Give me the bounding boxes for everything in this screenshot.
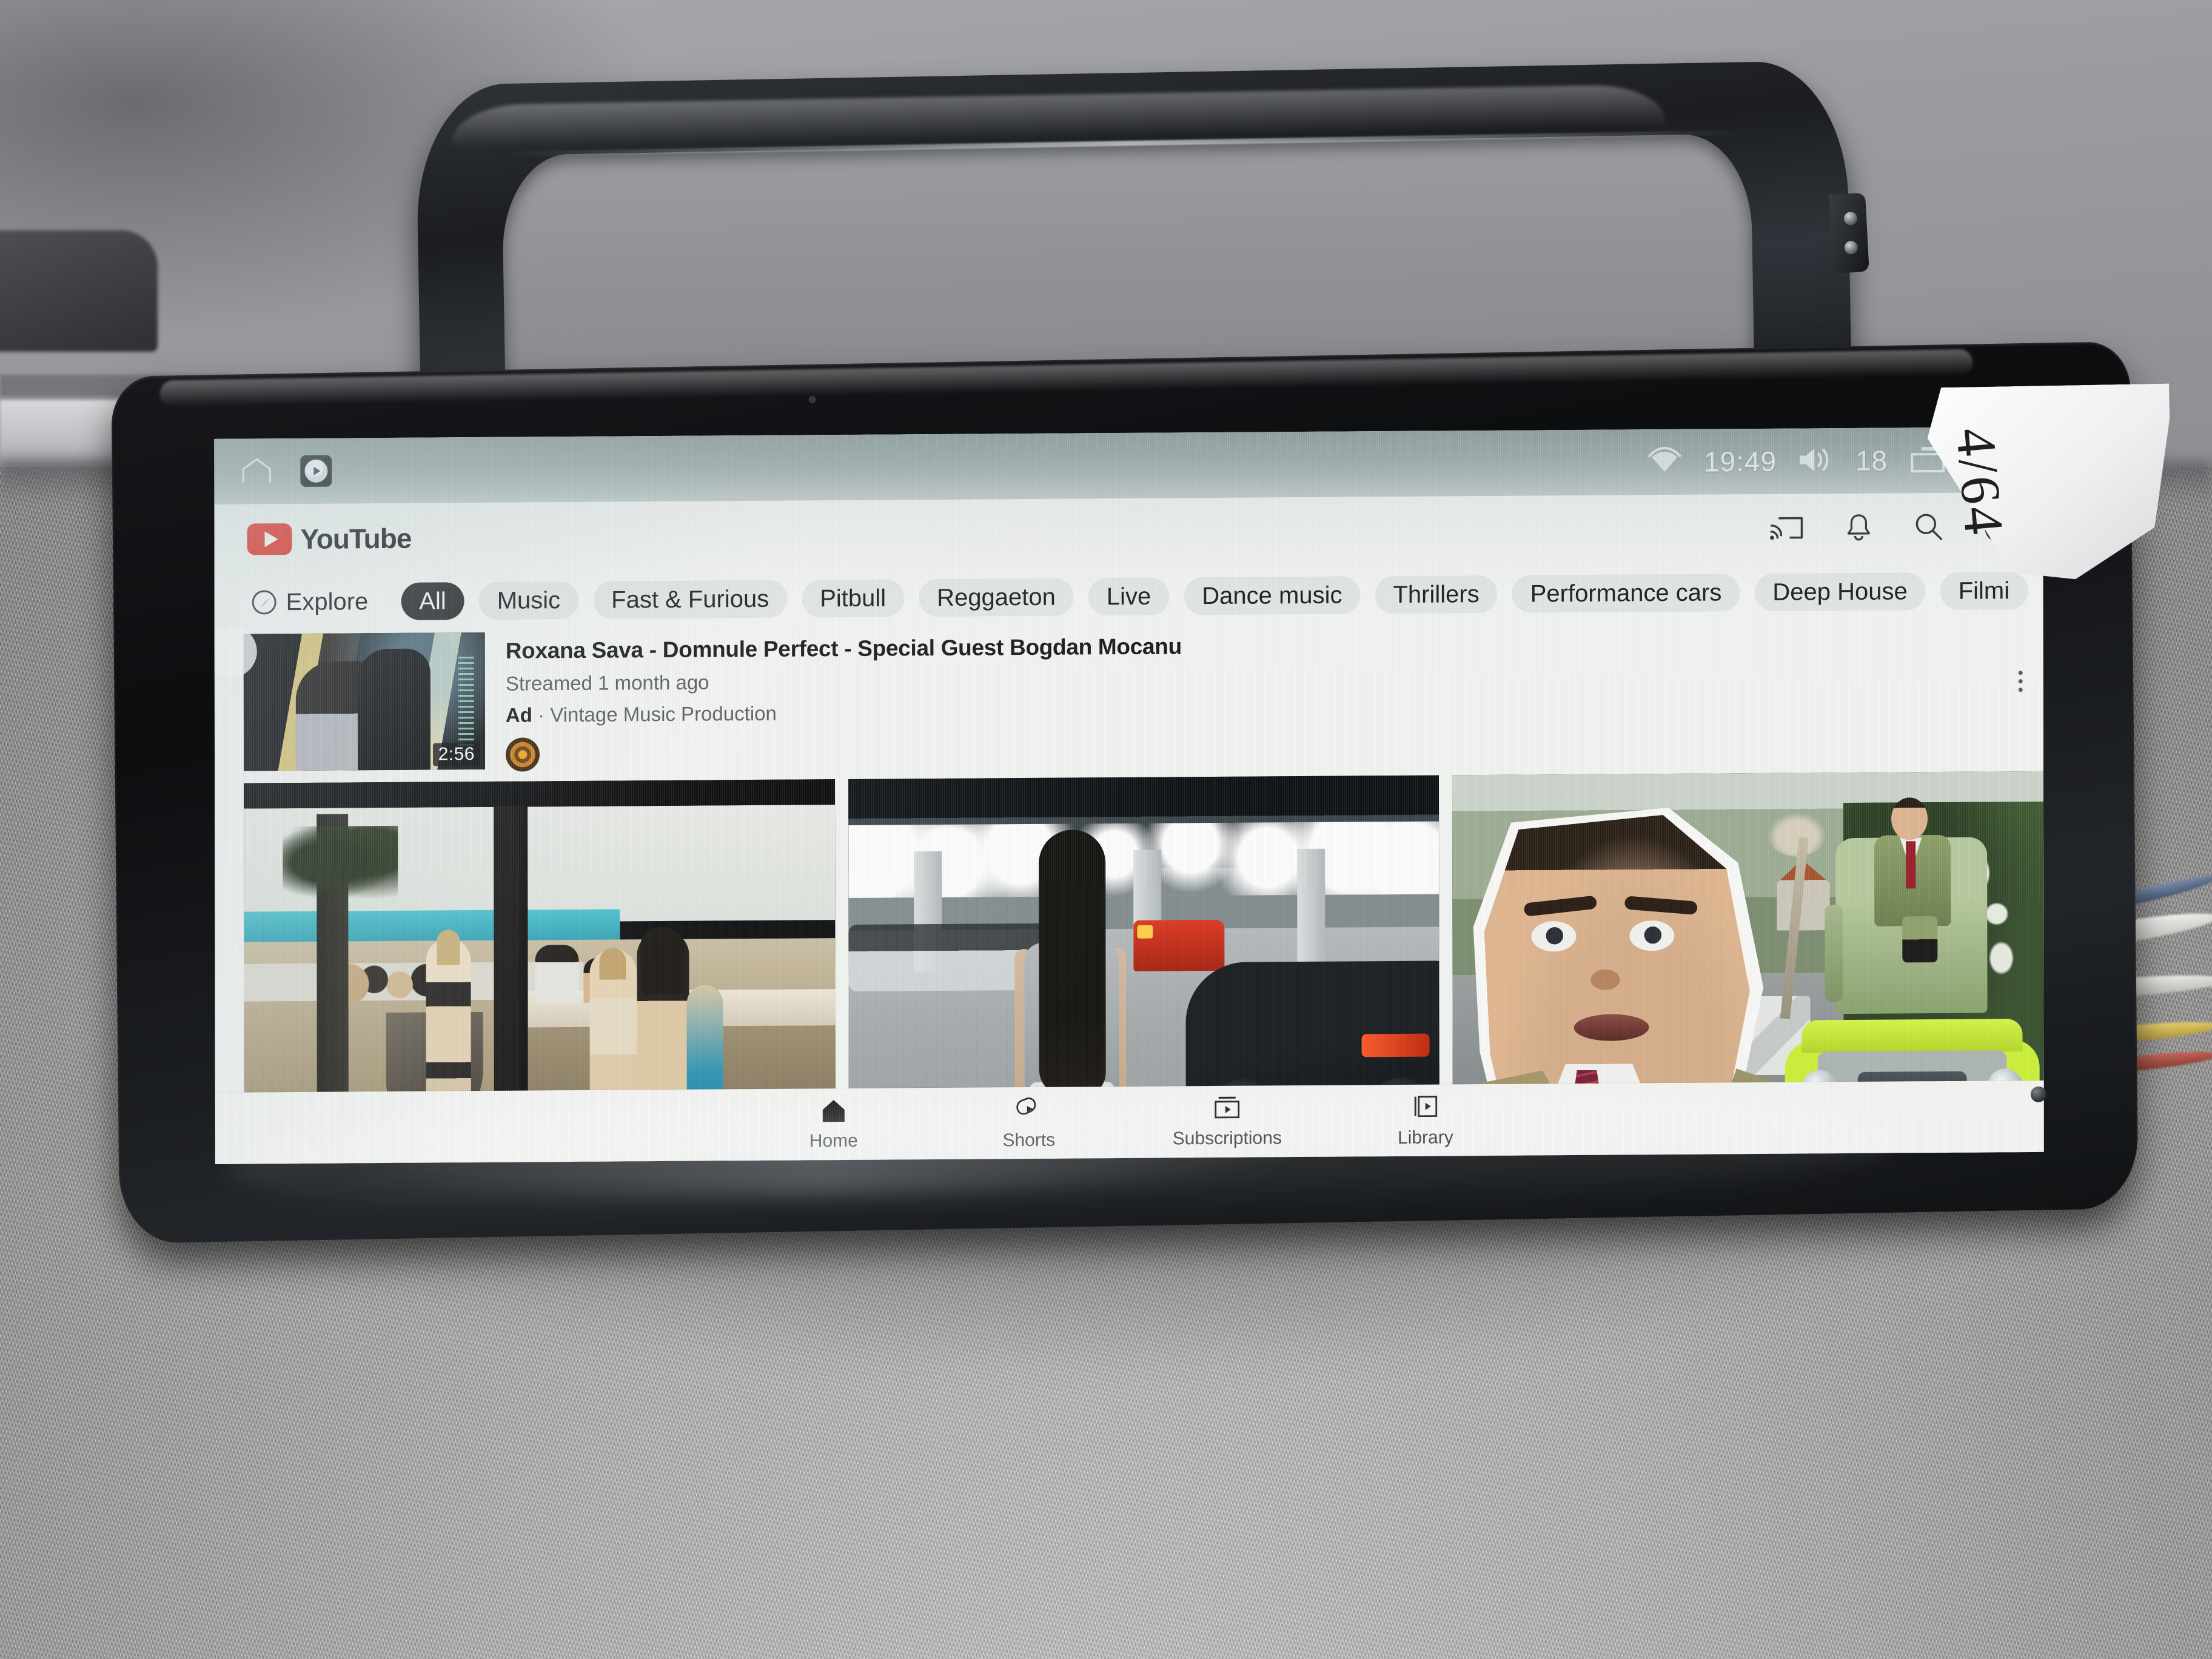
photo-scene: 19:49 18 YouTube Explore All Music Fast … <box>0 0 2212 1659</box>
promoted-metadata: Roxana Sava - Domnule Perfect - Special … <box>505 628 1182 772</box>
ad-separator: · <box>532 703 551 726</box>
youtube-logo[interactable]: YouTube <box>247 522 411 556</box>
chip-label: Live <box>1106 583 1151 610</box>
chip-label: Filmi <box>1958 577 2010 605</box>
chip-label: Performance cars <box>1530 578 1722 607</box>
volume-level: 18 <box>1855 444 1888 477</box>
android-status-bar: 19:49 18 <box>214 426 2043 504</box>
promoted-video-row[interactable]: 2:56 Roxana Sava - Domnule Perfect - Spe… <box>214 618 2043 774</box>
thumbnail-figure-b <box>357 648 431 771</box>
youtube-wordmark: YouTube <box>300 522 412 555</box>
chip-label: Music <box>497 586 561 614</box>
promoted-title[interactable]: Roxana Sava - Domnule Perfect - Special … <box>506 634 1182 663</box>
chip-label: Pitbull <box>820 585 886 612</box>
chip-label: Deep House <box>1772 577 1908 606</box>
youtube-play-icon <box>247 523 292 555</box>
bell-icon[interactable] <box>1844 511 1873 546</box>
trim-side-tab <box>1829 192 1869 273</box>
chip-performance-cars[interactable]: Performance cars <box>1512 574 1740 613</box>
chip-dance-music[interactable]: Dance music <box>1184 576 1361 615</box>
chip-fast-furious[interactable]: Fast & Furious <box>593 580 788 619</box>
chip-label: Fast & Furious <box>611 585 769 614</box>
compass-icon <box>252 590 276 615</box>
more-vertical-icon[interactable] <box>2018 671 2023 692</box>
status-time: 19:49 <box>1703 445 1777 478</box>
handwritten-label-sticker: 4/64 <box>1926 384 2173 582</box>
ad-tag: Ad <box>505 703 532 726</box>
youtube-topbar: YouTube <box>214 492 2043 575</box>
chip-live[interactable]: Live <box>1088 577 1170 616</box>
background-object <box>0 230 158 352</box>
chip-explore-label: Explore <box>286 588 369 615</box>
chip-deep-house[interactable]: Deep House <box>1754 572 1926 612</box>
promoted-duration-badge: 2:56 <box>432 742 481 766</box>
chip-label: All <box>419 587 446 615</box>
promoted-ad-line: Ad · Vintage Music Production <box>506 699 1182 726</box>
promoted-thumbnail[interactable]: 2:56 <box>243 632 486 771</box>
chip-label: Reggaeton <box>937 583 1056 611</box>
chip-music[interactable]: Music <box>478 581 579 620</box>
wifi-icon <box>1646 444 1683 479</box>
cast-icon[interactable] <box>1769 513 1804 545</box>
home-outline-icon[interactable] <box>240 455 273 488</box>
chip-label: Dance music <box>1202 581 1342 609</box>
chip-all[interactable]: All <box>401 582 464 620</box>
vinyl-record-avatar[interactable] <box>505 737 540 772</box>
volume-up-icon[interactable] <box>1797 444 1835 478</box>
media-player-icon[interactable] <box>300 455 332 487</box>
sticker-text: 4/64 <box>1944 425 2016 540</box>
head-unit-device: 19:49 18 YouTube Explore All Music Fast … <box>111 341 2139 1244</box>
advertiser-name: Vintage Music Production <box>550 702 777 726</box>
chip-explore[interactable]: Explore <box>247 583 387 622</box>
chip-reggaeton[interactable]: Reggaeton <box>919 578 1074 617</box>
promoted-subtitle: Streamed 1 month ago <box>505 671 709 695</box>
chip-pitbull[interactable]: Pitbull <box>802 579 905 618</box>
youtube-app: YouTube Explore All Music Fast & Furious… <box>214 492 2044 1164</box>
chip-label: Thrillers <box>1393 580 1480 608</box>
device-screen[interactable]: 19:49 18 YouTube Explore All Music Fast … <box>214 426 2044 1164</box>
chip-thrillers[interactable]: Thrillers <box>1375 575 1498 614</box>
